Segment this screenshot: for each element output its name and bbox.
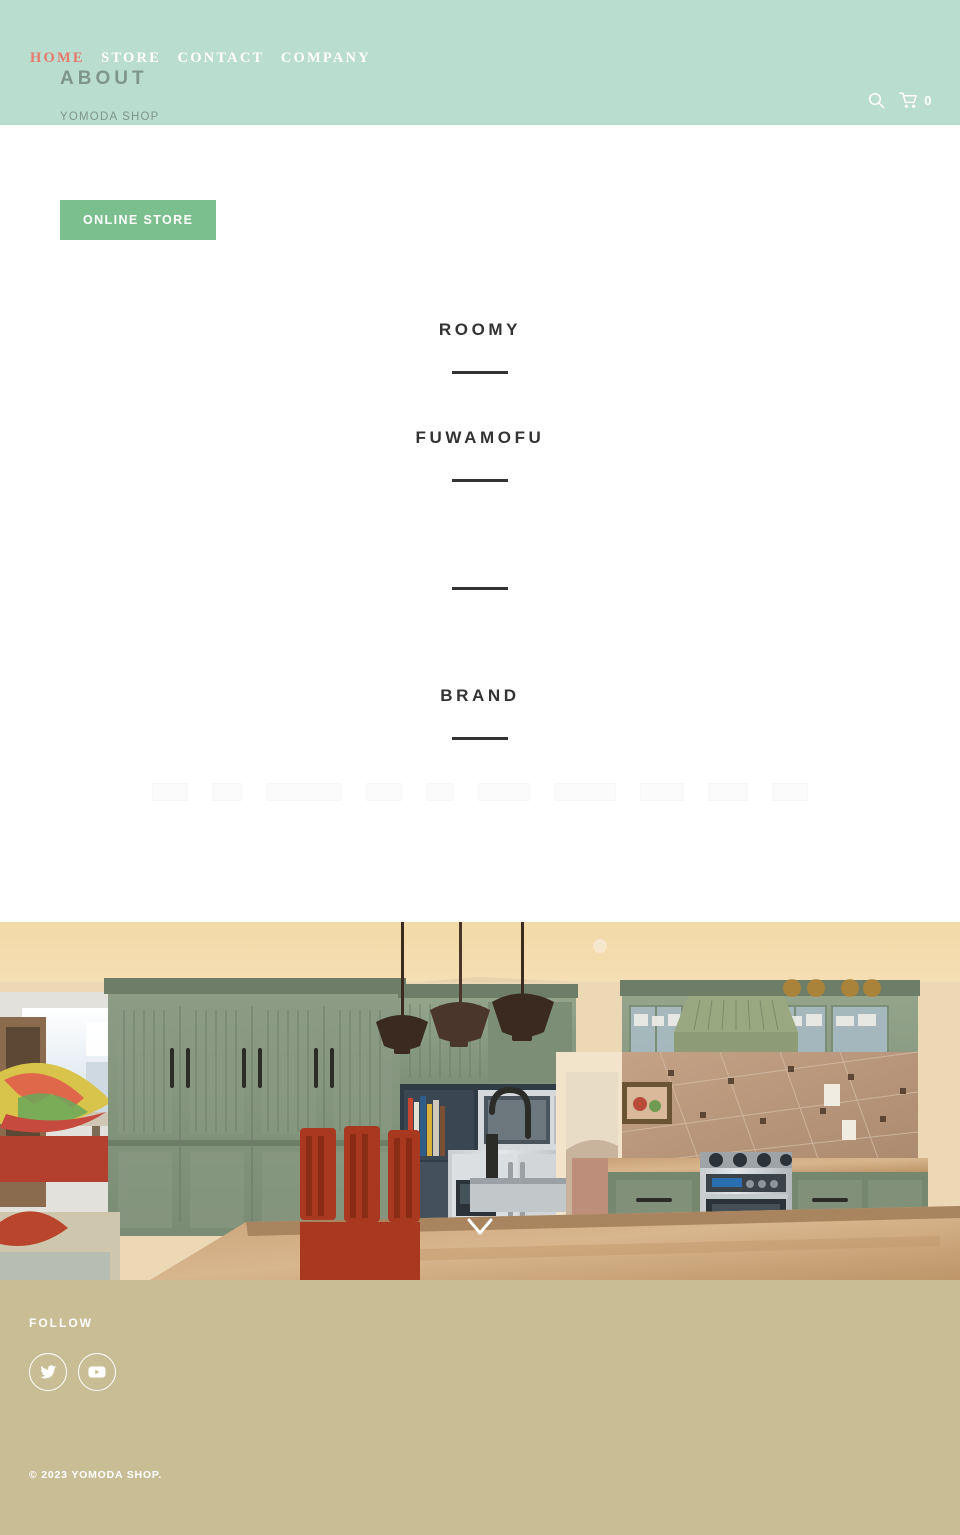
- feature-title: ROOMY: [438, 320, 522, 339]
- brand-section: BRAND: [0, 684, 960, 801]
- feature-sections: ROOMY FUWAMOFU: [0, 318, 960, 642]
- brand-logo-1[interactable]: [152, 783, 188, 801]
- cart-icon: [899, 92, 919, 109]
- feature-title: FUWAMOFU: [415, 428, 545, 447]
- twitter-icon: [39, 1364, 57, 1380]
- nav-item-home[interactable]: HOME: [30, 50, 85, 67]
- brand-logo-10[interactable]: [772, 783, 808, 801]
- feature-divider: [452, 587, 508, 590]
- brand-logo-list: [0, 783, 960, 801]
- feature-block-roomy: ROOMY: [0, 318, 960, 426]
- brand-title: BRAND: [440, 686, 520, 705]
- brand-logo-3[interactable]: [266, 783, 342, 801]
- nav-item-store[interactable]: STORE: [101, 50, 161, 67]
- brand-logo-6[interactable]: [478, 783, 530, 801]
- scroll-down-button[interactable]: [466, 1216, 494, 1238]
- cart-count: 0: [924, 93, 932, 108]
- social-link-twitter[interactable]: [29, 1353, 67, 1391]
- youtube-icon: [88, 1365, 106, 1379]
- nav-item-company[interactable]: COMPANY: [281, 50, 371, 67]
- feature-block-untitled: [0, 534, 960, 642]
- feature-title: [0, 534, 960, 558]
- social-links: [29, 1353, 116, 1391]
- nav-item-about[interactable]: ABOUT: [60, 68, 148, 90]
- social-link-youtube[interactable]: [78, 1353, 116, 1391]
- hero-cta-wrap: ONLINE STORE: [60, 200, 217, 240]
- search-button[interactable]: [868, 92, 885, 109]
- nav-item-contact[interactable]: CONTACT: [178, 50, 265, 67]
- site-footer: FOLLOW © 2023 YOMODA SHOP.: [0, 1280, 960, 1535]
- brand-logo-4[interactable]: [366, 783, 402, 801]
- brand-logo-9[interactable]: [708, 783, 748, 801]
- feature-block-fuwamofu: FUWAMOFU: [0, 426, 960, 534]
- brand-logo-8[interactable]: [640, 783, 684, 801]
- brand-tagline: YOMODA SHOP: [60, 111, 160, 123]
- feature-divider: [452, 479, 508, 482]
- copyright-text: © 2023 YOMODA SHOP.: [29, 1469, 163, 1481]
- search-icon: [868, 92, 885, 109]
- primary-navigation: HOME STORE CONTACT COMPANY: [30, 50, 371, 68]
- brand-logo-5[interactable]: [426, 783, 454, 801]
- site-header: HOME STORE CONTACT COMPANY ABOUT YOMODA …: [0, 0, 960, 125]
- page-root: HOME STORE CONTACT COMPANY ABOUT YOMODA …: [0, 0, 960, 1535]
- brand-logo-7[interactable]: [554, 783, 616, 801]
- cart-button[interactable]: 0: [899, 92, 932, 109]
- feature-divider: [452, 371, 508, 374]
- brand-divider: [452, 737, 508, 740]
- header-actions: 0: [868, 92, 932, 109]
- brand-logo-2[interactable]: [212, 783, 242, 801]
- footer-follow-heading: FOLLOW: [29, 1316, 93, 1330]
- online-store-button[interactable]: ONLINE STORE: [60, 200, 217, 240]
